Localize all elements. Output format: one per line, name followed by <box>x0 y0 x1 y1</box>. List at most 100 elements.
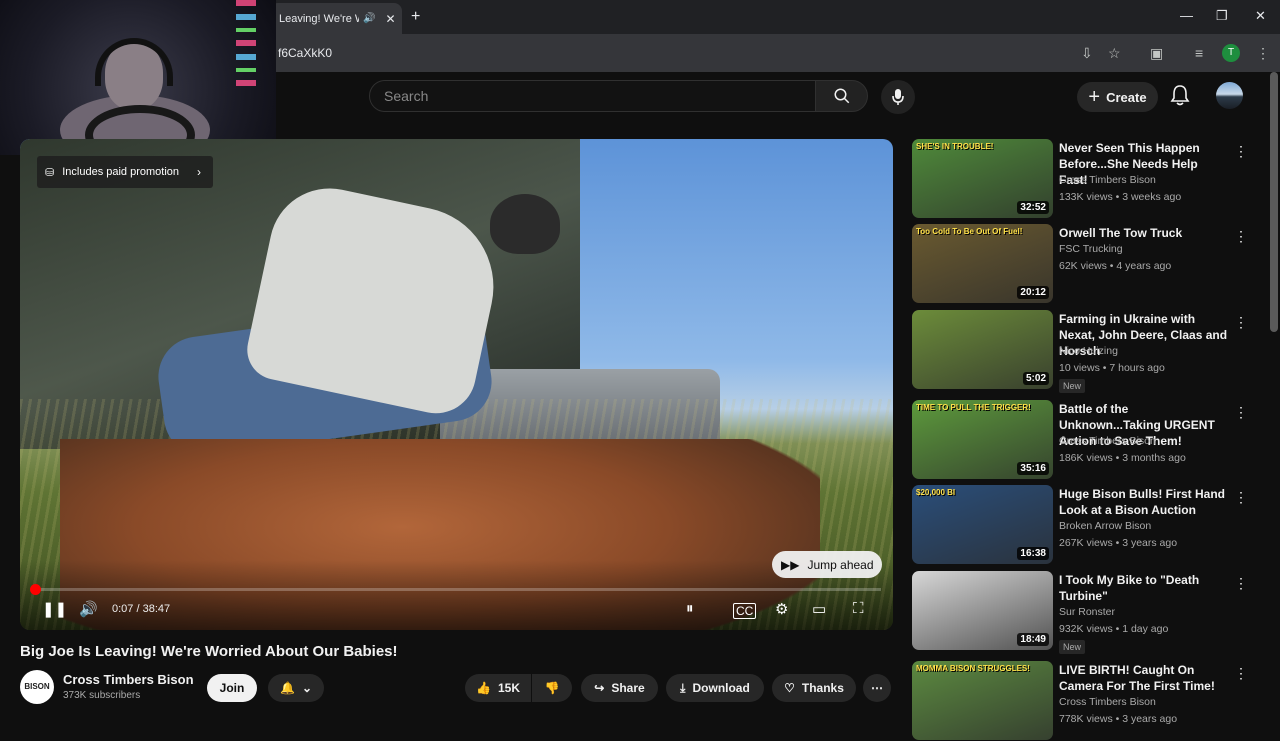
settings-gear-icon[interactable]: ⚙ <box>775 600 788 618</box>
sidebar-video-item[interactable]: $20,000 BI 16:38 Huge Bison Bulls! First H… <box>912 485 1262 565</box>
subscribed-bell-button[interactable]: 🔔 ⌄ <box>268 674 324 702</box>
more-options-icon[interactable]: ⋮ <box>1234 575 1248 592</box>
notifications-bell-icon[interactable] <box>1170 84 1190 111</box>
headphones <box>95 38 173 86</box>
duration-badge: 20:12 <box>1017 286 1049 299</box>
mic-icon <box>892 89 904 105</box>
sidebar-channel-name[interactable]: FSC Trucking <box>1059 243 1123 255</box>
close-tab-icon[interactable]: ✕ <box>385 12 395 26</box>
sidebar-video-meta: 133K views • 3 weeks ago <box>1059 191 1182 203</box>
sidebar-channel-name[interactable]: Cross Timbers Bison <box>1059 174 1156 186</box>
voice-search-button[interactable] <box>881 80 915 114</box>
fullscreen-icon[interactable]: ⛶ <box>853 600 864 617</box>
sidebar-video-meta: 186K views • 3 months ago <box>1059 452 1186 464</box>
sidebar-video-item[interactable]: 5:02 Farming in Ukraine with Nexat, John … <box>912 310 1262 393</box>
account-avatar[interactable] <box>1216 82 1243 109</box>
more-options-icon[interactable]: ⋮ <box>1234 665 1248 682</box>
video-thumbnail[interactable]: Too Cold To Be Out Of Fuel! 20:12 <box>912 224 1053 303</box>
more-options-icon[interactable]: ⋮ <box>1234 404 1248 421</box>
duration-badge: 35:16 <box>1017 462 1049 475</box>
search-button[interactable] <box>815 80 868 112</box>
like-button[interactable]: 👍 15K <box>465 674 531 702</box>
sidebar-video-item[interactable]: TIME TO PULL THE TRIGGER! 35:16 Battle of … <box>912 400 1262 480</box>
new-tab-button[interactable]: + <box>411 8 420 26</box>
sidebar-video-title[interactable]: Huge Bison Bulls! First Hand Look at a B… <box>1059 486 1229 518</box>
controls-gradient <box>20 560 893 630</box>
browser-tab[interactable]: Leaving! We're W 🔊 ✕ <box>270 3 402 34</box>
new-badge: New <box>1059 379 1086 393</box>
scrubber-handle[interactable] <box>29 584 41 595</box>
create-button[interactable]: + Create <box>1077 82 1158 112</box>
channel-name[interactable]: Cross Timbers Bison <box>63 672 194 687</box>
search-input[interactable]: Search <box>369 80 816 112</box>
maximize-button[interactable]: ❐ <box>1216 8 1228 24</box>
pause-button[interactable]: ❚❚ <box>42 600 67 618</box>
more-actions-button[interactable]: ⋯ <box>863 674 891 702</box>
channel-avatar[interactable]: BISON <box>20 670 54 704</box>
sidebar-channel-name[interactable]: Cross Timbers Bison <box>1059 696 1156 708</box>
profile-avatar[interactable]: T <box>1222 44 1240 62</box>
window-close-button[interactable]: ✕ <box>1255 8 1266 24</box>
sidebar-video-item[interactable]: Too Cold To Be Out Of Fuel! 20:12 Orwell T… <box>912 224 1262 304</box>
more-options-icon[interactable]: ⋮ <box>1234 489 1248 506</box>
thanks-label: Thanks <box>801 681 844 695</box>
video-thumbnail[interactable]: 5:02 <box>912 310 1053 389</box>
autoplay-toggle[interactable]: ⏸ <box>686 600 694 617</box>
progress-bar[interactable] <box>29 584 881 595</box>
share-button[interactable]: ↪ Share <box>581 674 658 702</box>
video-thumbnail[interactable]: TIME TO PULL THE TRIGGER! 35:16 <box>912 400 1053 479</box>
sidepanel-icon[interactable]: ▣ <box>1150 45 1163 62</box>
download-button[interactable]: ⤓ Download <box>666 674 764 702</box>
video-thumbnail[interactable]: $20,000 BI 16:38 <box>912 485 1053 564</box>
search-icon <box>834 88 849 104</box>
thanks-button[interactable]: ♡ Thanks <box>772 674 856 702</box>
download-label: Download <box>692 681 750 695</box>
sidebar-channel-name[interactable]: Broken Arrow Bison <box>1059 520 1151 532</box>
subscriber-count: 373K subscribers <box>63 690 141 701</box>
video-player[interactable] <box>20 139 893 630</box>
thumbnail-text: TIME TO PULL THE TRIGGER! <box>916 403 1031 412</box>
tab-title: Leaving! We're W <box>279 12 359 25</box>
thumbnail-text: SHE'S IN TROUBLE! <box>916 142 994 151</box>
more-options-icon[interactable]: ⋮ <box>1234 228 1248 245</box>
chevron-right-icon: › <box>197 165 202 179</box>
sidebar-video-title[interactable]: I Took My Bike to "Death Turbine" <box>1059 572 1229 604</box>
man-cap <box>490 194 560 254</box>
sidebar-channel-name[interactable]: Nico Huizing <box>1059 345 1118 357</box>
more-options-icon[interactable]: ⋮ <box>1234 143 1248 160</box>
url-text[interactable]: f6CaXkK0 <box>278 46 332 60</box>
minimize-button[interactable]: — <box>1180 8 1193 23</box>
dislike-button[interactable]: 👎 <box>532 674 572 702</box>
sidebar-video-title[interactable]: LIVE BIRTH! Caught On Camera For The Fir… <box>1059 662 1229 694</box>
string-lights <box>236 0 256 90</box>
jump-ahead-button[interactable]: ▶▶ Jump ahead <box>772 551 882 578</box>
scrollbar[interactable] <box>1270 72 1278 332</box>
video-thumbnail[interactable]: 18:49 <box>912 571 1053 650</box>
video-title: Big Joe Is Leaving! We're Worried About … <box>20 643 398 660</box>
sidebar-video-item[interactable]: MOMMA BISON STRUGGLES! LIVE BIRTH! Caught… <box>912 661 1262 741</box>
volume-icon[interactable]: 🔊 <box>79 600 98 618</box>
theater-mode-icon[interactable]: ▭ <box>812 600 826 618</box>
promotion-label: Includes paid promotion <box>62 166 180 178</box>
duration-badge: 16:38 <box>1017 547 1049 560</box>
install-icon[interactable]: ⇩ <box>1081 45 1093 62</box>
speaker-icon[interactable]: 🔊 <box>363 13 375 24</box>
captions-icon[interactable]: CC <box>733 603 757 619</box>
sidebar-video-meta: 932K views • 1 day ago <box>1059 623 1169 635</box>
sidebar-video-meta: 10 views • 7 hours ago <box>1059 362 1165 374</box>
browser-menu-icon[interactable]: ⋮ <box>1256 45 1270 62</box>
sidebar-video-item[interactable]: SHE'S IN TROUBLE! 32:52 Never Seen This Ha… <box>912 139 1262 219</box>
new-badge: New <box>1059 640 1086 654</box>
share-icon: ↪ <box>594 681 605 695</box>
paid-promotion-badge[interactable]: ⛁ Includes paid promotion › <box>37 156 213 188</box>
sidebar-channel-name[interactable]: Cross Timbers Bison <box>1059 435 1156 447</box>
sidebar-channel-name[interactable]: Sur Ronster <box>1059 606 1115 618</box>
sidebar-video-title[interactable]: Orwell The Tow Truck <box>1059 225 1229 241</box>
media-controls-icon[interactable]: ≡ <box>1195 45 1203 61</box>
video-thumbnail[interactable]: SHE'S IN TROUBLE! 32:52 <box>912 139 1053 218</box>
sidebar-video-item[interactable]: 18:49 I Took My Bike to "Death Turbine" Su… <box>912 571 1262 654</box>
bookmark-star-icon[interactable]: ☆ <box>1108 45 1121 62</box>
more-options-icon[interactable]: ⋮ <box>1234 314 1248 331</box>
video-thumbnail[interactable]: MOMMA BISON STRUGGLES! <box>912 661 1053 740</box>
join-button[interactable]: Join <box>207 674 257 702</box>
